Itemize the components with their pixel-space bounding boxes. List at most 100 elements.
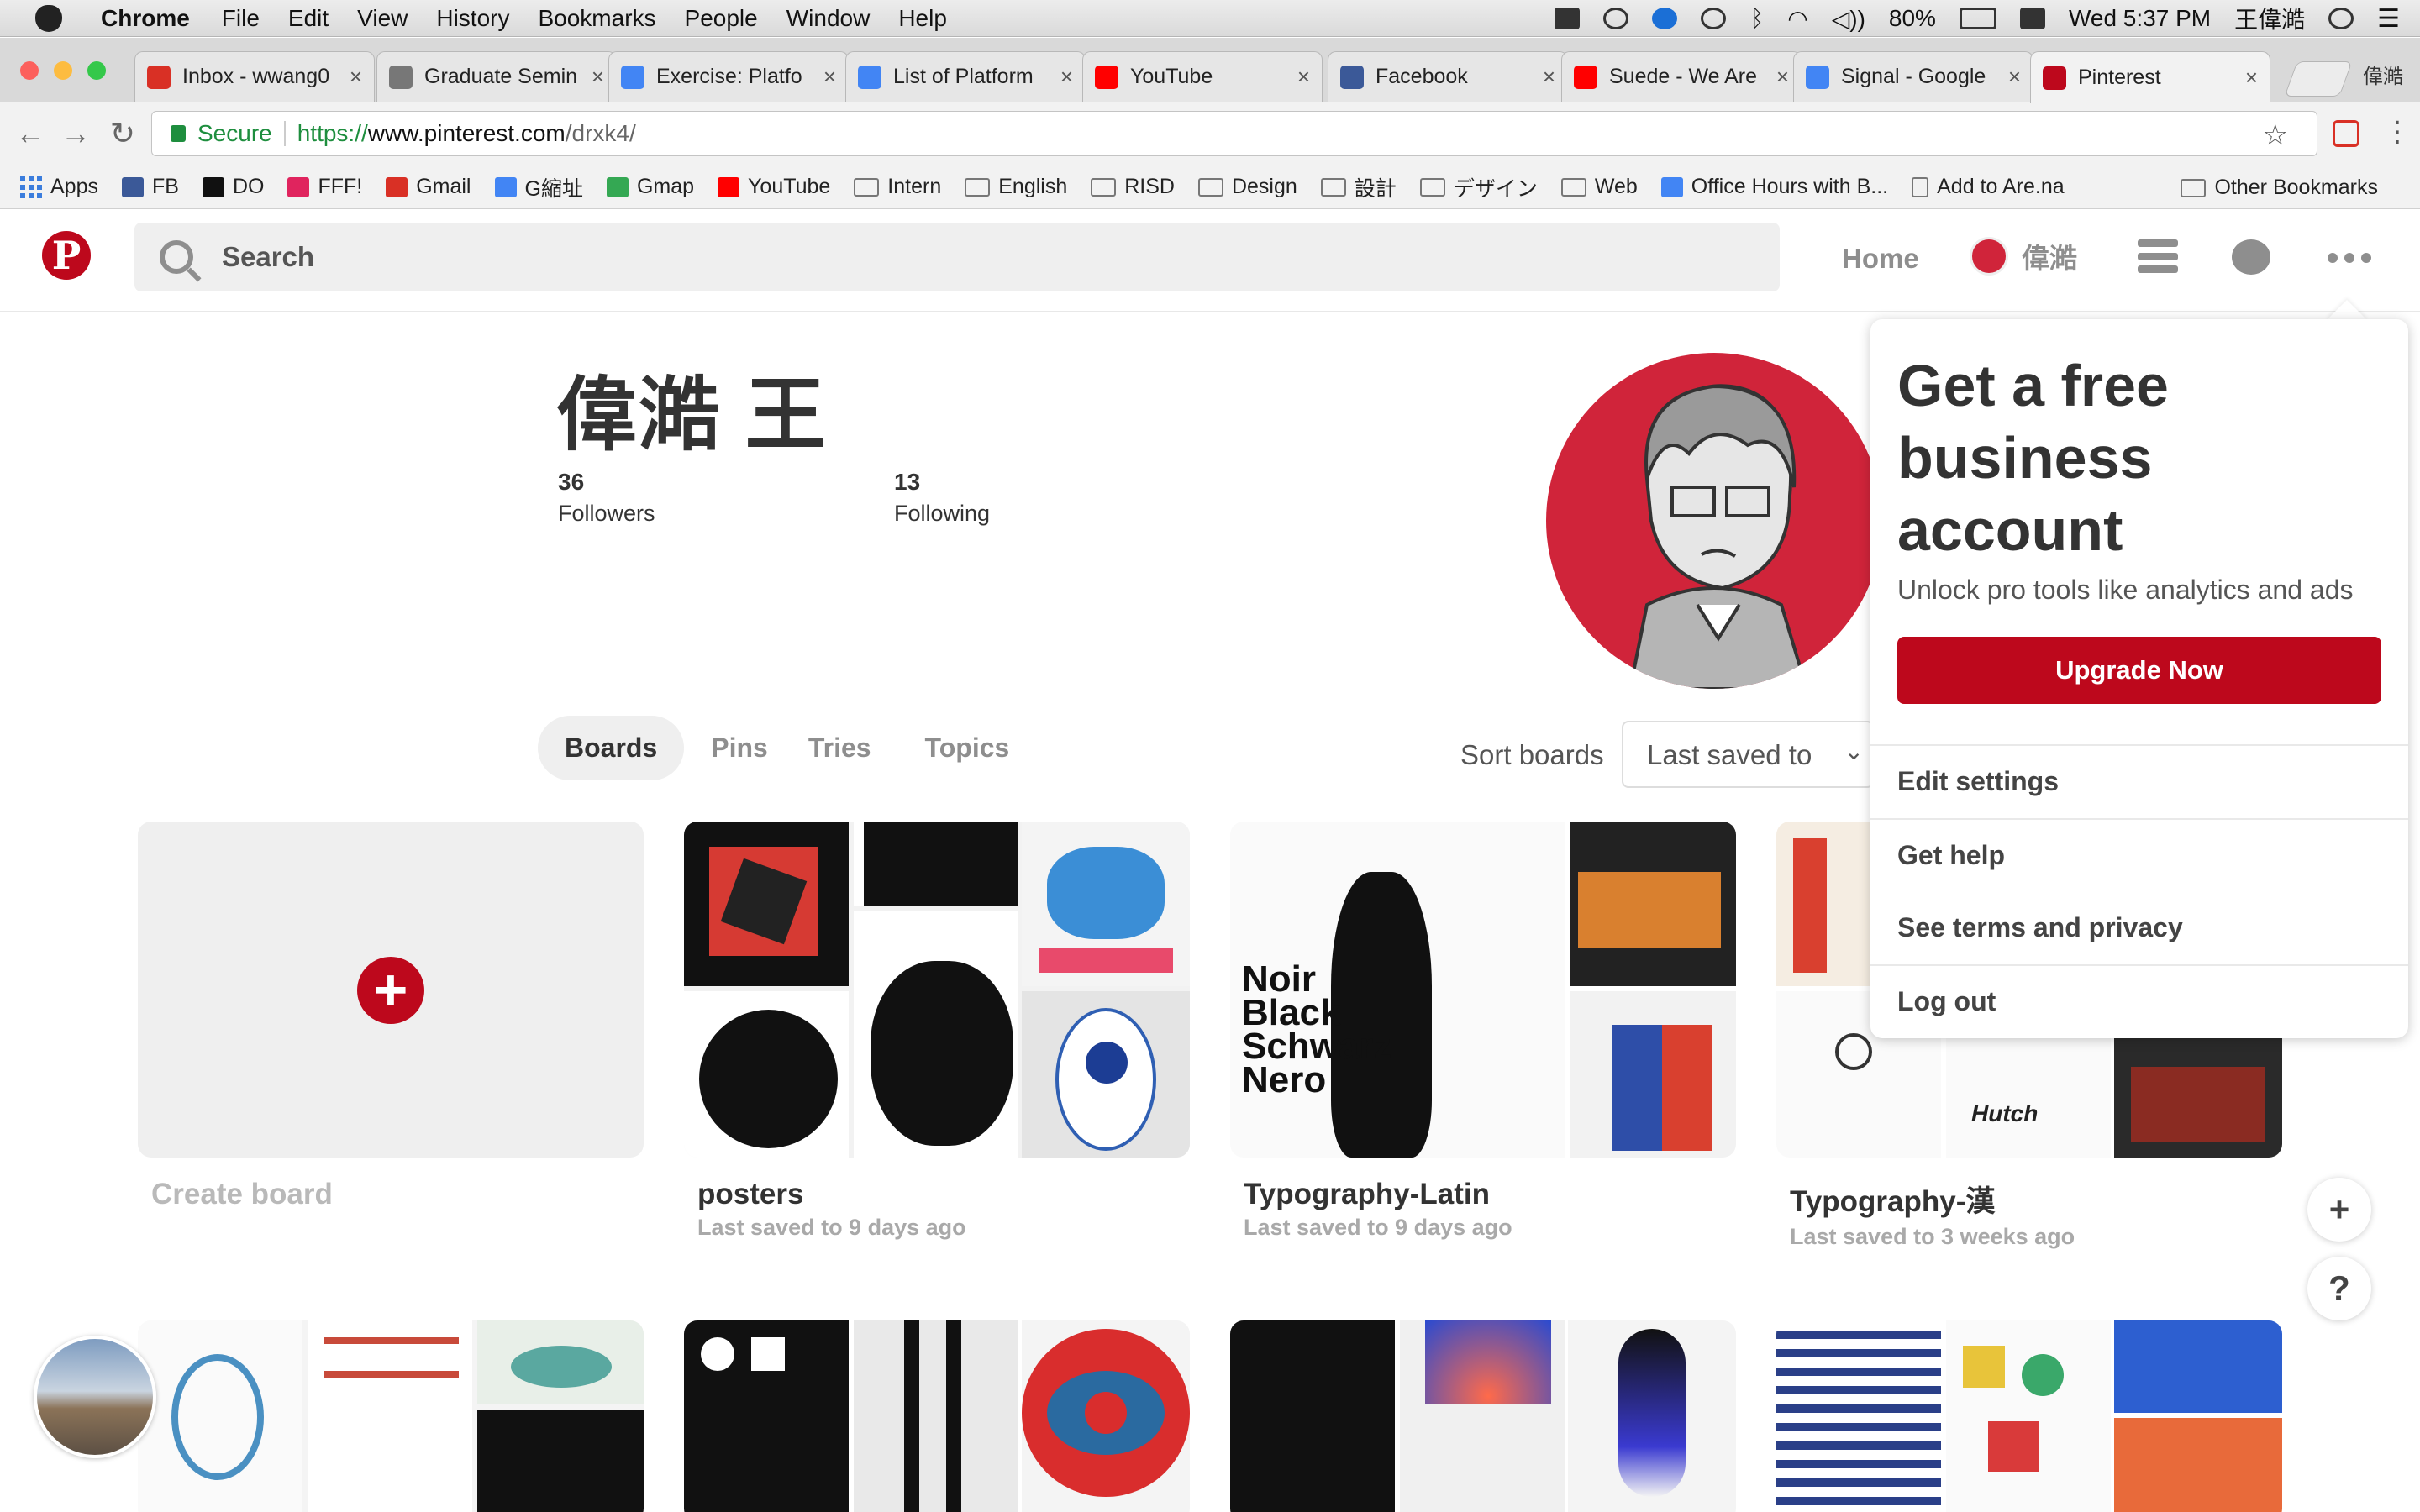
bookmark-item[interactable]: YouTube [718, 175, 830, 199]
volume-icon[interactable]: ◁)) [1832, 5, 1865, 33]
browser-tab[interactable]: Inbox - wwang0 × [134, 51, 375, 102]
tab-pins[interactable]: Pins [711, 716, 768, 780]
notification-center-icon[interactable]: ☰ [2377, 4, 2400, 34]
board-cover-row2-4[interactable] [1776, 1320, 2282, 1512]
bookmark-item[interactable]: Web [1560, 175, 1638, 199]
upgrade-now-button[interactable]: Upgrade Now [1897, 637, 2381, 704]
close-tab-icon[interactable]: × [823, 64, 836, 90]
board-cover[interactable] [684, 822, 1190, 1158]
menu-people[interactable]: People [685, 5, 758, 32]
create-board-cover[interactable]: + [138, 822, 644, 1158]
bookmark-item[interactable]: 設計 [1320, 172, 1397, 202]
menu-clock[interactable]: Wed 5:37 PM [2069, 5, 2211, 32]
board-title[interactable]: Create board [138, 1178, 644, 1211]
search-bar[interactable] [134, 223, 1780, 291]
skype-icon[interactable] [1652, 8, 1678, 29]
add-pin-button[interactable]: + [2307, 1178, 2371, 1242]
close-tab-icon[interactable]: × [592, 64, 604, 90]
wifi-icon[interactable]: ◠ [1787, 5, 1807, 33]
chrome-menu-icon[interactable]: ⋮ [2383, 115, 2412, 149]
address-bar[interactable]: Secure https://www.pinterest.com/drxk4/ … [151, 111, 2317, 156]
board-cover-row2-1[interactable] [138, 1320, 644, 1512]
back-button[interactable]: ← [13, 117, 47, 150]
browser-tab[interactable]: Graduate Semin × [376, 51, 617, 102]
bookmark-item[interactable]: Apps [20, 175, 98, 199]
close-tab-icon[interactable]: × [1297, 64, 1310, 90]
following-stat[interactable]: 13 Following [894, 469, 990, 527]
board-title[interactable]: Typography-Latin [1230, 1178, 1736, 1211]
browser-tab[interactable]: Exercise: Platfo × [608, 51, 849, 102]
menu-bookmarks[interactable]: Bookmarks [538, 5, 655, 32]
board-title[interactable]: Typography-漢 [1776, 1178, 2282, 1221]
close-tab-icon[interactable]: × [2008, 64, 2021, 90]
bookmark-star-icon[interactable]: ☆ [2263, 118, 2288, 152]
forward-button[interactable]: → [59, 117, 92, 150]
browser-tab[interactable]: Facebook × [1328, 51, 1568, 102]
log-out-link[interactable]: Log out [1897, 986, 1996, 1017]
bookmark-item[interactable]: Gmap [606, 175, 694, 199]
reload-button[interactable]: ↻ [106, 117, 139, 150]
sort-boards-select[interactable]: Last saved to ⌄ [1622, 721, 1874, 788]
browser-tab[interactable]: Suede - We Are × [1561, 51, 1802, 102]
menu-edit[interactable]: Edit [288, 5, 329, 32]
tab-tries[interactable]: Tries [795, 716, 871, 780]
close-tab-icon[interactable]: × [1776, 64, 1789, 90]
tab-boards[interactable]: Boards [538, 716, 685, 780]
following-avatar[interactable] [34, 1336, 156, 1458]
bookmark-item[interactable]: Intern [854, 175, 941, 199]
bookmark-item[interactable]: FB [121, 175, 179, 199]
menu-file[interactable]: File [222, 5, 260, 32]
close-tab-icon[interactable]: × [350, 64, 362, 90]
board-title[interactable]: posters [684, 1178, 1190, 1211]
browser-tab[interactable]: YouTube × [1082, 51, 1323, 102]
bookmark-item[interactable]: G縮址 [494, 172, 583, 202]
pinterest-logo-icon[interactable]: P [42, 231, 91, 280]
bookmark-item[interactable]: Gmail [386, 175, 471, 199]
browser-tab[interactable]: Pinterest × [2030, 51, 2270, 103]
bookmark-item[interactable]: FFF! [287, 175, 362, 199]
bookmark-item[interactable]: DO [202, 175, 264, 199]
creative-cloud-icon[interactable] [1603, 8, 1629, 29]
terms-privacy-link[interactable]: See terms and privacy [1897, 912, 2183, 943]
dropbox-icon[interactable] [1555, 8, 1581, 29]
followers-stat[interactable]: 36 Followers [558, 469, 655, 527]
board-typography-latin[interactable]: Noir Black Schwarz Nero Typography-Latin… [1230, 822, 1736, 1241]
time-machine-icon[interactable] [1701, 8, 1727, 29]
nav-home[interactable]: Home [1842, 243, 1919, 275]
url-text[interactable]: https://www.pinterest.com/drxk4/ [297, 120, 636, 147]
bookmark-item[interactable]: English [965, 175, 1067, 199]
edit-settings-link[interactable]: Edit settings [1897, 766, 2059, 797]
battery-icon[interactable] [1959, 8, 1996, 29]
close-tab-icon[interactable]: × [1543, 64, 1555, 90]
nav-profile[interactable]: 偉澔 [1970, 236, 2077, 276]
help-button[interactable]: ? [2307, 1257, 2371, 1320]
board-cover-row2-3[interactable] [1230, 1320, 1736, 1512]
profile-badge[interactable]: 偉澔 [2363, 60, 2403, 89]
more-options-icon[interactable] [2328, 253, 2371, 263]
board-cover-row2-2[interactable] [684, 1320, 1190, 1512]
bookmark-item[interactable]: Add to Are.na [1912, 175, 2065, 199]
bluetooth-icon[interactable]: ᛒ [1749, 5, 1764, 32]
menu-history[interactable]: History [436, 5, 509, 32]
browser-tab[interactable]: List of Platform × [845, 51, 1086, 102]
extension-icon[interactable] [2333, 120, 2360, 147]
new-tab-button[interactable] [2284, 61, 2353, 97]
bookmark-item[interactable]: デザイン [1419, 172, 1538, 202]
profile-avatar[interactable] [1546, 353, 1882, 689]
board-cover[interactable]: Noir Black Schwarz Nero [1230, 822, 1736, 1158]
minimize-window-button[interactable] [54, 61, 72, 80]
messages-icon[interactable] [2232, 239, 2270, 275]
menu-view[interactable]: View [357, 5, 408, 32]
input-method-icon[interactable] [2019, 8, 2045, 29]
apple-icon[interactable] [35, 4, 62, 32]
bookmark-item[interactable]: RISD [1091, 175, 1175, 199]
browser-tab[interactable]: Signal - Google × [1793, 51, 2033, 102]
add-icon[interactable]: + [357, 957, 424, 1024]
other-bookmarks[interactable]: Other Bookmarks [2181, 176, 2378, 200]
menu-icon[interactable] [2138, 239, 2178, 273]
board-create[interactable]: + Create board [138, 822, 644, 1211]
close-tab-icon[interactable]: × [2245, 65, 2258, 91]
close-window-button[interactable] [20, 61, 39, 80]
board-posters[interactable]: posters Last saved to 9 days ago [684, 822, 1190, 1241]
menu-window[interactable]: Window [786, 5, 871, 32]
